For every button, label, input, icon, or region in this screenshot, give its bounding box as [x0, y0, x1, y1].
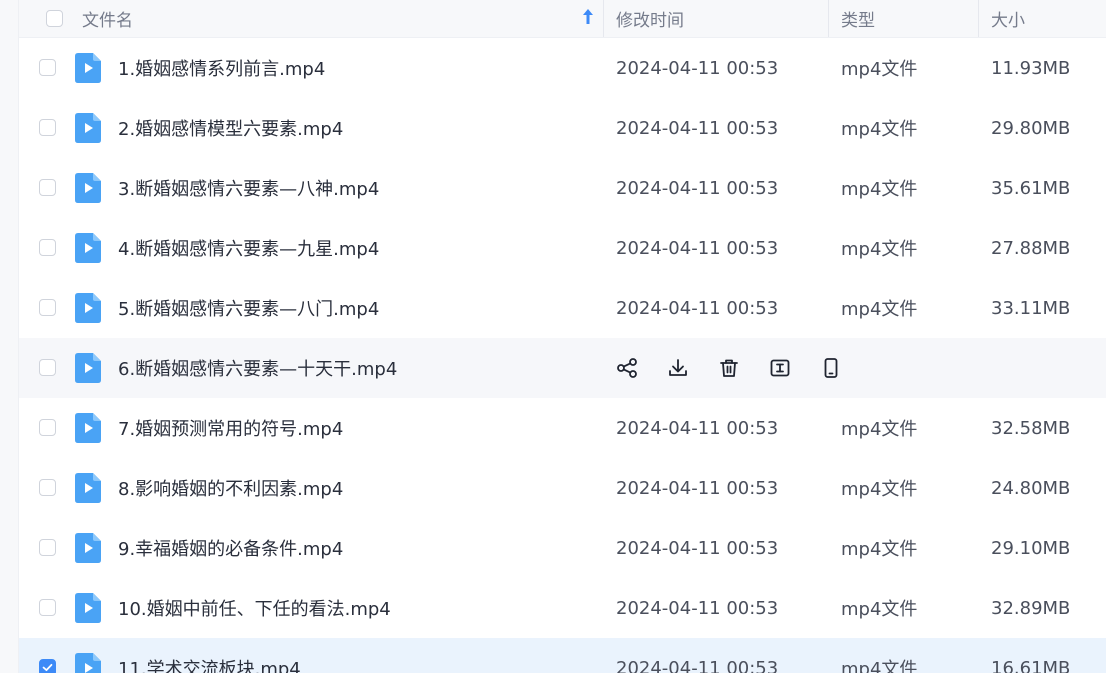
- row-checkbox[interactable]: [39, 599, 56, 616]
- column-header-time[interactable]: 修改时间: [604, 0, 829, 37]
- file-modified-time: 2024-04-11 00:53: [616, 177, 779, 199]
- share-icon[interactable]: [616, 357, 638, 379]
- column-header-time-label: 修改时间: [616, 11, 684, 31]
- table-row-selected[interactable]: 11.学术交流板块.mp4 2024-04-11 00:53 mp4文件 16.…: [19, 638, 1106, 673]
- delete-icon[interactable]: [718, 357, 740, 379]
- file-size: 11.93MB: [991, 57, 1071, 79]
- file-name[interactable]: 8.影响婚姻的不利因素.mp4: [118, 475, 343, 501]
- video-file-icon: [75, 173, 101, 203]
- row-checkbox[interactable]: [39, 179, 56, 196]
- row-checkbox[interactable]: [39, 299, 56, 316]
- row-checkbox[interactable]: [39, 539, 56, 556]
- file-size: 29.80MB: [991, 117, 1071, 139]
- file-type: mp4文件: [841, 179, 918, 200]
- file-name[interactable]: 10.婚姻中前任、下任的看法.mp4: [118, 595, 391, 621]
- file-name[interactable]: 3.断婚姻感情六要素—八神.mp4: [118, 175, 379, 201]
- file-size: 27.88MB: [991, 237, 1071, 259]
- rename-icon[interactable]: [769, 357, 791, 379]
- table-row[interactable]: 4.断婚姻感情六要素—九星.mp4 2024-04-11 00:53 mp4文件…: [19, 218, 1106, 278]
- row-hover-actions: [616, 338, 871, 398]
- row-checkbox[interactable]: [39, 239, 56, 256]
- video-file-icon: [75, 353, 101, 383]
- file-size: 33.11MB: [991, 297, 1071, 319]
- file-name[interactable]: 9.幸福婚姻的必备条件.mp4: [118, 535, 343, 561]
- table-row[interactable]: 9.幸福婚姻的必备条件.mp4 2024-04-11 00:53 mp4文件 2…: [19, 518, 1106, 578]
- file-modified-time: 2024-04-11 00:53: [616, 537, 779, 559]
- file-modified-time: 2024-04-11 00:53: [616, 117, 779, 139]
- file-type: mp4文件: [841, 59, 918, 80]
- file-type: mp4文件: [841, 239, 918, 260]
- table-row[interactable]: 5.断婚姻感情六要素—八门.mp4 2024-04-11 00:53 mp4文件…: [19, 278, 1106, 338]
- table-row[interactable]: 7.婚姻预测常用的符号.mp4 2024-04-11 00:53 mp4文件 3…: [19, 398, 1106, 458]
- file-size: 32.89MB: [991, 597, 1071, 619]
- file-modified-time: 2024-04-11 00:53: [616, 477, 779, 499]
- table-row[interactable]: 10.婚姻中前任、下任的看法.mp4 2024-04-11 00:53 mp4文…: [19, 578, 1106, 638]
- video-file-icon: [75, 53, 101, 83]
- video-file-icon: [75, 533, 101, 563]
- file-name[interactable]: 5.断婚姻感情六要素—八门.mp4: [118, 295, 379, 321]
- file-size: 35.61MB: [991, 177, 1071, 199]
- table-row[interactable]: 8.影响婚姻的不利因素.mp4 2024-04-11 00:53 mp4文件 2…: [19, 458, 1106, 518]
- table-row[interactable]: 2.婚姻感情模型六要素.mp4 2024-04-11 00:53 mp4文件 2…: [19, 98, 1106, 158]
- file-list-table: 文件名 修改时间 类型 大小 1.婚姻感情系列前言.mp4 2024-04-11…: [19, 0, 1106, 673]
- column-header-name-label: 文件名: [82, 11, 133, 31]
- file-type: mp4文件: [841, 599, 918, 620]
- file-size: 29.10MB: [991, 537, 1071, 559]
- file-type: mp4文件: [841, 659, 918, 673]
- file-modified-time: 2024-04-11 00:53: [616, 57, 779, 79]
- video-file-icon: [75, 473, 101, 503]
- file-type: mp4文件: [841, 299, 918, 320]
- video-file-icon: [75, 593, 101, 623]
- file-modified-time: 2024-04-11 00:53: [616, 417, 779, 439]
- row-checkbox[interactable]: [39, 479, 56, 496]
- file-type: mp4文件: [841, 119, 918, 140]
- table-row-hovered[interactable]: 6.断婚姻感情六要素—十天干.mp4: [19, 338, 1106, 398]
- column-header-size[interactable]: 大小: [979, 0, 1106, 37]
- video-file-icon: [75, 293, 101, 323]
- file-size: 32.58MB: [991, 417, 1071, 439]
- download-icon[interactable]: [667, 357, 689, 379]
- file-type: mp4文件: [841, 539, 918, 560]
- row-checkbox[interactable]: [39, 119, 56, 136]
- file-name[interactable]: 7.婚姻预测常用的符号.mp4: [118, 415, 343, 441]
- file-name[interactable]: 2.婚姻感情模型六要素.mp4: [118, 115, 343, 141]
- select-all-checkbox[interactable]: [46, 9, 63, 27]
- file-modified-time: 2024-04-11 00:53: [616, 237, 779, 259]
- column-header-size-label: 大小: [991, 11, 1025, 31]
- video-file-icon: [75, 113, 101, 143]
- table-row[interactable]: 3.断婚姻感情六要素—八神.mp4 2024-04-11 00:53 mp4文件…: [19, 158, 1106, 218]
- file-type: mp4文件: [841, 479, 918, 500]
- row-checkbox[interactable]: [39, 359, 56, 376]
- file-size: 16.61MB: [991, 657, 1071, 673]
- file-modified-time: 2024-04-11 00:53: [616, 657, 779, 673]
- file-size: 24.80MB: [991, 477, 1071, 499]
- left-gutter: [0, 0, 19, 673]
- file-modified-time: 2024-04-11 00:53: [616, 597, 779, 619]
- phone-icon[interactable]: [820, 357, 842, 379]
- column-header-type[interactable]: 类型: [829, 0, 979, 37]
- video-file-icon: [75, 653, 101, 673]
- row-checkbox[interactable]: [39, 419, 56, 436]
- file-name[interactable]: 11.学术交流板块.mp4: [118, 655, 301, 673]
- row-checkbox[interactable]: [39, 59, 56, 76]
- video-file-icon: [75, 233, 101, 263]
- file-modified-time: 2024-04-11 00:53: [616, 297, 779, 319]
- table-header: 文件名 修改时间 类型 大小: [19, 0, 1106, 38]
- file-name[interactable]: 1.婚姻感情系列前言.mp4: [118, 55, 325, 81]
- column-header-type-label: 类型: [841, 11, 875, 31]
- file-type: mp4文件: [841, 419, 918, 440]
- row-checkbox-checked[interactable]: [39, 659, 56, 673]
- sort-ascending-arrow-icon[interactable]: [582, 8, 594, 26]
- table-row[interactable]: 1.婚姻感情系列前言.mp4 2024-04-11 00:53 mp4文件 11…: [19, 38, 1106, 98]
- checkmark-icon: [42, 663, 53, 672]
- file-name[interactable]: 4.断婚姻感情六要素—九星.mp4: [118, 235, 379, 261]
- file-name[interactable]: 6.断婚姻感情六要素—十天干.mp4: [118, 355, 397, 381]
- video-file-icon: [75, 413, 101, 443]
- column-header-name[interactable]: 文件名: [19, 0, 604, 37]
